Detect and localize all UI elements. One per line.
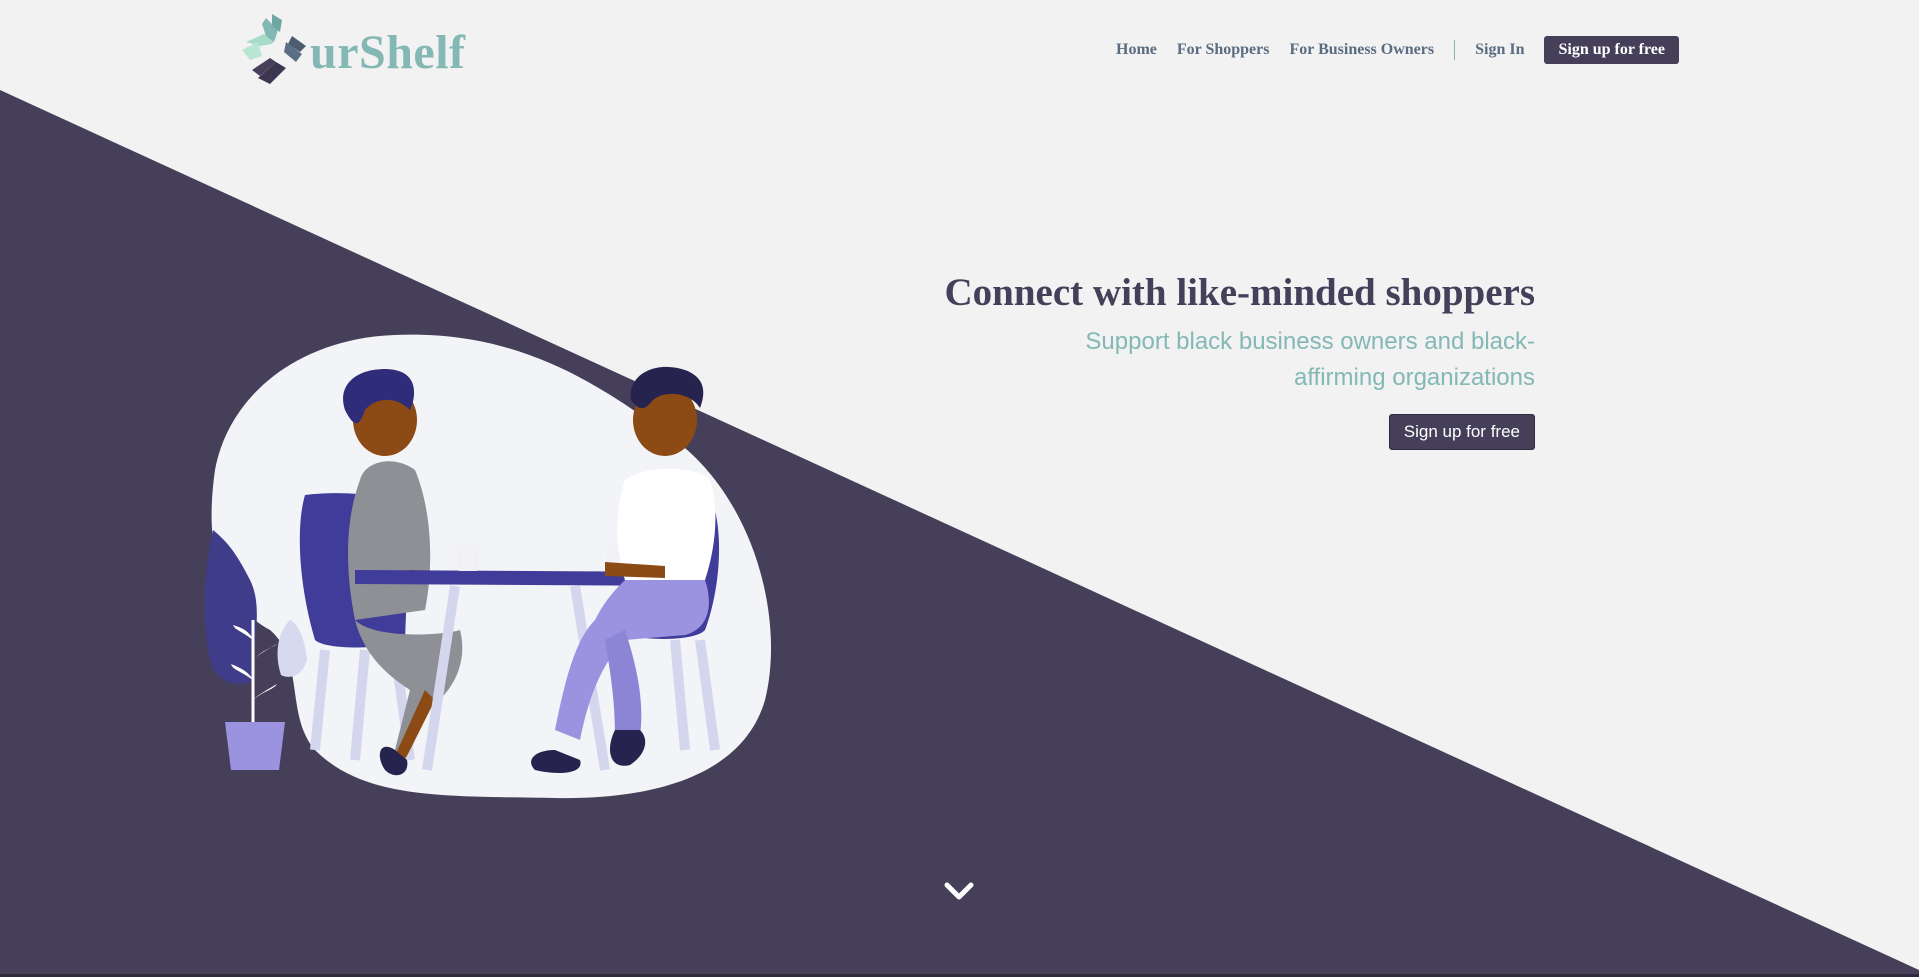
site-header: urShelf Home For Shoppers For Business O… [0,0,1919,105]
hero-section: Connect with like-minded shoppers Suppor… [835,268,1535,450]
logo[interactable]: urShelf [236,12,466,92]
nav-sign-in[interactable]: Sign In [1475,41,1524,59]
chevron-down-icon[interactable] [941,876,977,906]
hero-signup-button[interactable]: Sign up for free [1388,414,1535,450]
landing-page: urShelf Home For Shoppers For Business O… [0,0,1919,977]
hero-title: Connect with like-minded shoppers [944,271,1535,314]
nav-divider [1454,40,1456,60]
logo-text: urShelf [310,25,466,79]
main-nav: Home For Shoppers For Business Owners Si… [1096,36,1679,64]
hero-subtitle: Support black business owners and black-… [1085,328,1535,391]
cup-left [457,545,479,571]
nav-home[interactable]: Home [1116,41,1157,59]
nav-for-shoppers[interactable]: For Shoppers [1177,41,1270,59]
hero-illustration [204,334,772,799]
nav-for-business-owners[interactable]: For Business Owners [1289,41,1434,59]
hands-circle-icon [242,14,306,84]
nav-signup-button[interactable]: Sign up for free [1544,36,1679,64]
